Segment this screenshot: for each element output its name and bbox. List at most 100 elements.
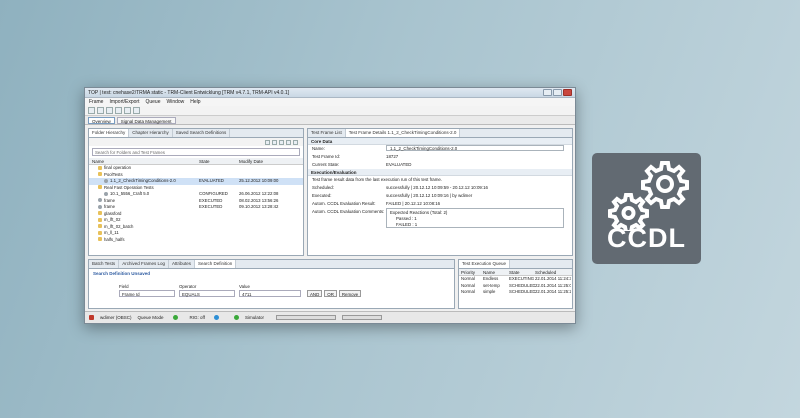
menu-queue[interactable]: Queue	[145, 99, 160, 105]
settings-icon[interactable]	[133, 107, 140, 114]
new-icon[interactable]	[88, 107, 95, 114]
progress-bar-secondary	[342, 315, 382, 320]
refresh-icon[interactable]	[124, 107, 131, 114]
add-folder-icon[interactable]	[265, 139, 270, 145]
delete-icon[interactable]	[279, 139, 284, 145]
tab-chapter-hierarchy[interactable]: Chapter Hierarchy	[129, 129, 173, 137]
name-field[interactable]: 1.1_2_CheckTimingConditions-2.0	[386, 145, 564, 151]
menu-help[interactable]: Help	[190, 99, 200, 105]
operator-select[interactable]: EQUALS	[179, 290, 235, 297]
tab-attributes[interactable]: Attributes	[169, 260, 195, 268]
tree-row-label: Real Fast Operation Tests	[104, 184, 154, 190]
name-row: Name: 1.1_2_CheckTimingConditions-2.0	[308, 145, 572, 153]
stop-icon[interactable]	[115, 107, 122, 114]
queue-row[interactable]: Normal simple SCHEDULED 22.01.2014 11:25:22	[459, 289, 572, 296]
col-name[interactable]: Name	[89, 158, 199, 164]
status-bar: wdimer (OBSC) Queue Mode RIG: off Simula…	[85, 311, 575, 323]
simulator-indicator-icon[interactable]	[233, 315, 239, 321]
col-state[interactable]: State	[199, 158, 239, 164]
and-button[interactable]: AND	[307, 290, 323, 297]
minimize-button[interactable]	[543, 89, 552, 96]
queue-tabs: Test Execution Queue	[459, 260, 572, 269]
test-frame-icon	[98, 198, 102, 203]
operator-label: Operator	[179, 284, 197, 289]
close-button[interactable]	[563, 89, 572, 96]
col-queue-state[interactable]: State	[509, 269, 535, 275]
menu-bar: Frame Import/Export Queue Window Help	[85, 98, 575, 106]
folder-hierarchy-panel: Folder Hierarchy Chapter Hierarchy Saved…	[88, 128, 304, 256]
tab-test-frame-list[interactable]: Test Frame List	[308, 129, 346, 137]
rig-status: RIG: off	[189, 314, 225, 321]
value-input[interactable]: 4711	[239, 290, 301, 297]
perspective-signal-data[interactable]: Signal Data Management	[116, 116, 176, 124]
tab-archived-frames-log[interactable]: Archived Frames Log	[119, 260, 169, 268]
right-panel-tabs: Test Frame List Test Frame Details 1.1_2…	[308, 129, 572, 138]
tree-row-label: 1.1_2_CheckTimingConditions-2.0	[110, 178, 176, 183]
queue-row-state: SCHEDULED	[509, 289, 535, 294]
folder-icon	[98, 217, 102, 222]
tree-rows: final operation PoolTests 1.1_2_CheckTimin…	[89, 165, 303, 243]
autom-result-row: Autom. CCDL Evaluation Result: FAILED | …	[308, 200, 572, 208]
autom-result-label: Autom. CCDL Evaluation Result:	[312, 201, 376, 206]
tab-search-definition[interactable]: Search Definition	[194, 260, 237, 268]
add-frame-icon[interactable]	[272, 139, 277, 145]
error-icon[interactable]	[89, 315, 94, 320]
queue-rows: Normal Endless EXECUTING 22.01.2014 11:24:3…	[459, 276, 572, 296]
search-header-row: Field Operator Value	[89, 284, 454, 289]
tree-row[interactable]: halfs_halfs	[89, 237, 303, 244]
perspective-overview[interactable]: Overview	[88, 116, 115, 124]
or-button[interactable]: OR	[324, 290, 337, 297]
menu-frame[interactable]: Frame	[89, 99, 103, 105]
queue-mode-indicator-icon[interactable]	[172, 315, 178, 321]
field-select[interactable]: Frame Id	[119, 290, 175, 297]
id-label: Test Frame Id:	[312, 154, 341, 159]
tree-row-label: halfs_halfs	[104, 236, 125, 242]
scheduled-row: Scheduled: successfully | 20.12.12 10:09…	[308, 184, 572, 192]
col-queue-name[interactable]: Name	[483, 269, 509, 275]
tree-row-label: PoolTests	[104, 171, 123, 177]
maximize-button[interactable]	[553, 89, 562, 96]
autom-result-value: FAILED | 20.12.12 10:08:16	[386, 201, 441, 206]
folder-icon	[98, 172, 102, 177]
tree-row-label: final operation	[104, 165, 131, 170]
run-icon[interactable]	[106, 107, 113, 114]
rig-label: RIG: off	[189, 314, 205, 320]
comments-row: Autom. CCDL Evaluation Comments: Expecte…	[308, 208, 572, 228]
col-modify-date[interactable]: Modify Date	[239, 158, 299, 164]
executed-label: Executed:	[312, 193, 332, 198]
menu-window[interactable]: Window	[166, 99, 184, 105]
comments-field[interactable]: Expected Reactions (Total: 2) Passed : 1…	[386, 208, 564, 228]
save-icon[interactable]	[97, 107, 104, 114]
collapse-icon[interactable]	[286, 139, 291, 145]
id-value: 18727	[386, 154, 399, 159]
refresh-tree-icon[interactable]	[293, 139, 298, 145]
execution-description: Test frame result data from the last exe…	[308, 176, 572, 184]
scheduled-label: Scheduled:	[312, 185, 334, 190]
queue-mode-status: Queue Mode	[138, 315, 184, 321]
tree-search-input[interactable]: Search for Folders and Test Frames	[92, 148, 300, 156]
tree-row-label: frame	[104, 204, 115, 209]
tab-test-frame-details[interactable]: Test Frame Details 1.1_2_CheckTimingCond…	[345, 129, 461, 137]
test-frame-icon	[98, 204, 102, 209]
tab-test-execution-queue[interactable]: Test Execution Queue	[459, 260, 511, 268]
comments-label: Autom. CCDL Evaluation Comments:	[312, 209, 385, 214]
remove-button[interactable]: Remove	[338, 290, 362, 297]
execution-section[interactable]: Execution/Evaluation	[308, 169, 572, 176]
field-label: Field	[119, 284, 129, 289]
execution-queue-panel: Test Execution Queue Priority Name State…	[458, 259, 573, 309]
bottom-left-tabs: Batch Tests Archived Frames Log Attribut…	[89, 260, 454, 269]
core-data-section[interactable]: Core Data	[308, 138, 572, 145]
tree-row-label: frame	[104, 197, 115, 203]
menu-import-export[interactable]: Import/Export	[109, 99, 139, 105]
col-priority[interactable]: Priority	[459, 269, 483, 275]
window-title: TOP | test: cnehase2/TRMA static - TRM-C…	[88, 89, 289, 96]
tree-toolbar	[89, 138, 303, 146]
tab-folder-hierarchy[interactable]: Folder Hierarchy	[89, 129, 130, 137]
rig-indicator-icon[interactable]	[213, 315, 219, 321]
tab-batch-tests[interactable]: Batch Tests	[89, 260, 120, 268]
col-scheduled[interactable]: Scheduled	[535, 269, 571, 275]
name-label: Name:	[312, 146, 325, 151]
tree-row-state	[199, 237, 239, 244]
tab-saved-search[interactable]: Saved Search Definitions	[173, 129, 231, 137]
main-toolbar	[85, 106, 575, 116]
